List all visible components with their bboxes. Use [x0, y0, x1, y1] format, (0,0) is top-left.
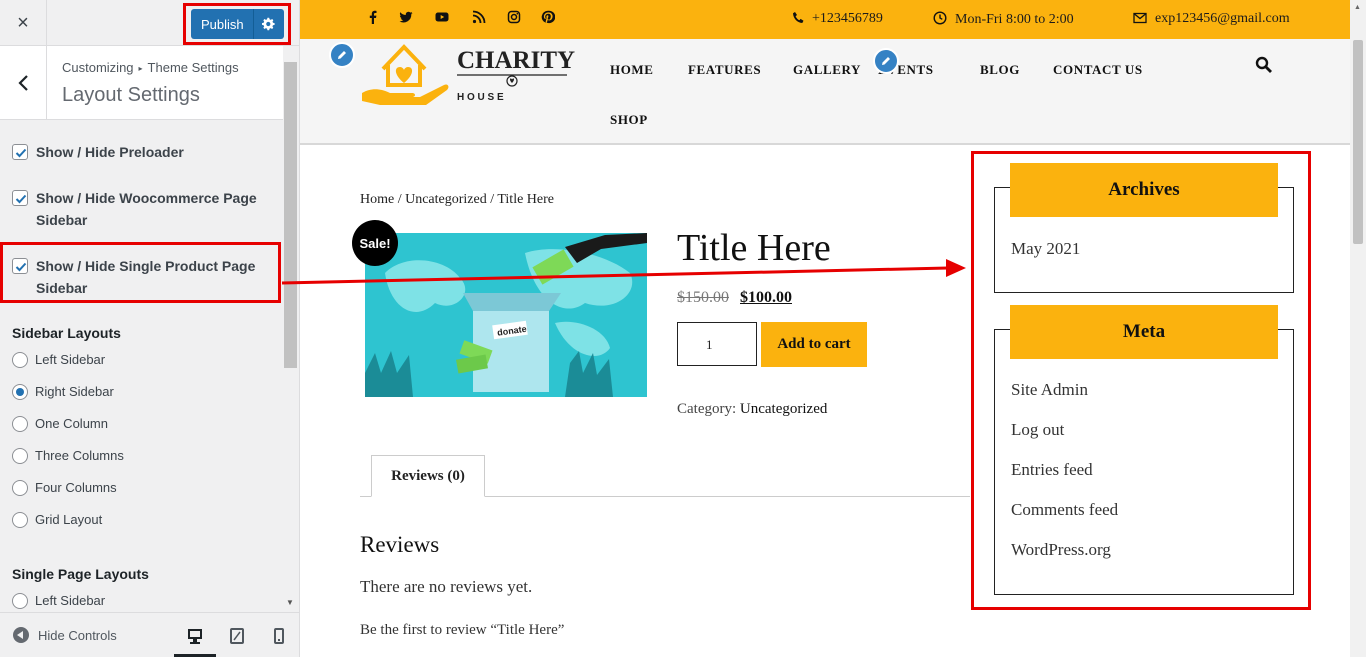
add-to-cart-button[interactable]: Add to cart: [761, 322, 867, 367]
product-title: Title Here: [677, 227, 831, 269]
checkbox-box[interactable]: [12, 144, 28, 160]
phone-icon: [793, 12, 804, 23]
radio-button[interactable]: [12, 448, 28, 464]
no-reviews-text: There are no reviews yet.: [360, 577, 533, 596]
radio-one-column[interactable]: One Column: [12, 415, 108, 435]
radio-button[interactable]: [12, 593, 28, 609]
publish-highlight-box: [183, 3, 291, 45]
breadcrumb-root: Customizing: [62, 60, 134, 75]
sale-price: $100.00: [740, 289, 792, 306]
site-header: CHARITY H O U S E HOME FEATURES GALLERY …: [300, 39, 1350, 145]
back-button[interactable]: [0, 46, 47, 120]
email-contact: exp123456@gmail.com: [1133, 11, 1290, 27]
hours-contact: Mon-Fri 8:00 to 2:00: [933, 11, 1074, 28]
preview-scrollbar-thumb[interactable]: [1353, 40, 1363, 244]
sale-badge: Sale!: [352, 220, 398, 266]
old-price: $150.00: [677, 289, 729, 306]
pinterest-icon[interactable]: [541, 10, 555, 24]
close-customizer-button[interactable]: ×: [0, 0, 47, 46]
search-icon[interactable]: [1255, 56, 1273, 74]
nav-gallery[interactable]: GALLERY: [793, 62, 861, 78]
nav-shop[interactable]: SHOP: [610, 112, 648, 128]
radio-button[interactable]: [12, 352, 28, 368]
scroll-down-arrow-icon[interactable]: ▼: [286, 598, 294, 607]
nav-features[interactable]: FEATURES: [688, 62, 761, 78]
checkbox-box[interactable]: [12, 190, 28, 206]
quantity-input[interactable]: 1: [677, 322, 757, 366]
collapse-icon: [13, 627, 29, 643]
site-logo[interactable]: CHARITY H O U S E: [360, 39, 575, 118]
sidebar-highlight-box: [971, 151, 1311, 610]
checkbox-label: Show / Hide Woocommerce Page Sidebar: [36, 190, 257, 228]
mobile-preview-icon[interactable]: [270, 627, 288, 645]
edit-menu-pencil-icon[interactable]: [873, 48, 899, 74]
sidebar-layouts-label: Sidebar Layouts: [12, 325, 121, 341]
radio-button-selected[interactable]: [12, 384, 28, 400]
instagram-icon[interactable]: [507, 10, 521, 24]
tab-reviews[interactable]: Reviews (0): [371, 455, 485, 497]
logo-text-house: H O U S E: [457, 92, 504, 103]
charity-house-logo: CHARITY H O U S E: [362, 44, 575, 105]
radio-button[interactable]: [12, 480, 28, 496]
breadcrumb-section: Theme Settings: [147, 60, 239, 75]
first-review-prompt: Be the first to review “Title Here”: [360, 622, 565, 638]
panel-scrollbar[interactable]: [284, 62, 297, 368]
radio-button[interactable]: [12, 512, 28, 528]
tablet-preview-icon[interactable]: [228, 627, 246, 645]
nav-home[interactable]: HOME: [610, 62, 654, 78]
customizer-panel: × Publish Customizing ▸ Theme Settings Lay…: [0, 0, 300, 657]
desktop-preview-icon[interactable]: [186, 627, 204, 645]
rss-icon[interactable]: [472, 10, 486, 24]
radio-three-columns[interactable]: Three Columns: [12, 447, 124, 467]
youtube-icon[interactable]: [435, 10, 449, 24]
checkmark-icon: [15, 148, 27, 158]
customizer-footer: Hide Controls: [0, 612, 299, 657]
hide-controls-label: Hide Controls: [38, 628, 117, 643]
twitter-icon[interactable]: [399, 10, 413, 24]
donate-product-image[interactable]: donate: [365, 233, 647, 397]
checkmark-icon: [15, 194, 27, 204]
close-icon: ×: [17, 11, 29, 34]
radio-right-sidebar[interactable]: Right Sidebar: [12, 383, 114, 403]
email-address: exp123456@gmail.com: [1155, 11, 1290, 26]
envelope-icon: [1133, 12, 1147, 24]
customizer-breadcrumb: Customizing ▸ Theme Settings: [62, 60, 239, 75]
category-label: Category:: [677, 401, 737, 417]
reviews-heading: Reviews: [360, 532, 440, 557]
checkbox-woocommerce-sidebar[interactable]: Show / Hide Woocommerce Page Sidebar: [12, 187, 262, 231]
radio-label: Three Columns: [35, 448, 124, 463]
chevron-left-icon: [18, 75, 28, 91]
radio-four-columns[interactable]: Four Columns: [12, 479, 117, 499]
logo-text-charity: CHARITY: [457, 47, 575, 74]
checkbox-label: Show / Hide Preloader: [36, 144, 184, 160]
facebook-icon[interactable]: [366, 10, 380, 24]
radio-grid-layout[interactable]: Grid Layout: [12, 511, 102, 531]
site-topbar: +123456789 Mon-Fri 8:00 to 2:00 exp12345…: [300, 0, 1350, 39]
radio-button[interactable]: [12, 416, 28, 432]
phone-contact: +123456789: [792, 11, 883, 27]
section-title: Layout Settings: [62, 84, 200, 106]
nav-contact-us[interactable]: CONTACT US: [1053, 62, 1143, 78]
phone-number: +123456789: [812, 11, 883, 26]
section-header: Customizing ▸ Theme Settings Layout Settin…: [0, 46, 283, 120]
opening-hours: Mon-Fri 8:00 to 2:00: [955, 12, 1074, 27]
product-breadcrumb: Home / Uncategorized / Title Here: [360, 192, 555, 207]
checkbox-preloader[interactable]: Show / Hide Preloader: [12, 141, 262, 163]
checkbox-highlight-box: [0, 242, 281, 303]
clock-icon: [933, 11, 947, 25]
scroll-up-arrow-icon[interactable]: ▲: [1354, 4, 1361, 11]
product-category: Category: Uncategorized: [677, 401, 827, 418]
radio-single-left-sidebar[interactable]: Left Sidebar: [12, 592, 105, 612]
radio-left-sidebar[interactable]: Left Sidebar: [12, 351, 105, 371]
nav-blog[interactable]: BLOG: [980, 62, 1020, 78]
single-page-layouts-label: Single Page Layouts: [12, 566, 149, 582]
category-link[interactable]: Uncategorized: [740, 401, 827, 417]
edit-logo-pencil-icon[interactable]: [329, 42, 355, 68]
hide-controls-button[interactable]: Hide Controls: [13, 627, 117, 643]
breadcrumb-separator: ▸: [138, 64, 143, 73]
